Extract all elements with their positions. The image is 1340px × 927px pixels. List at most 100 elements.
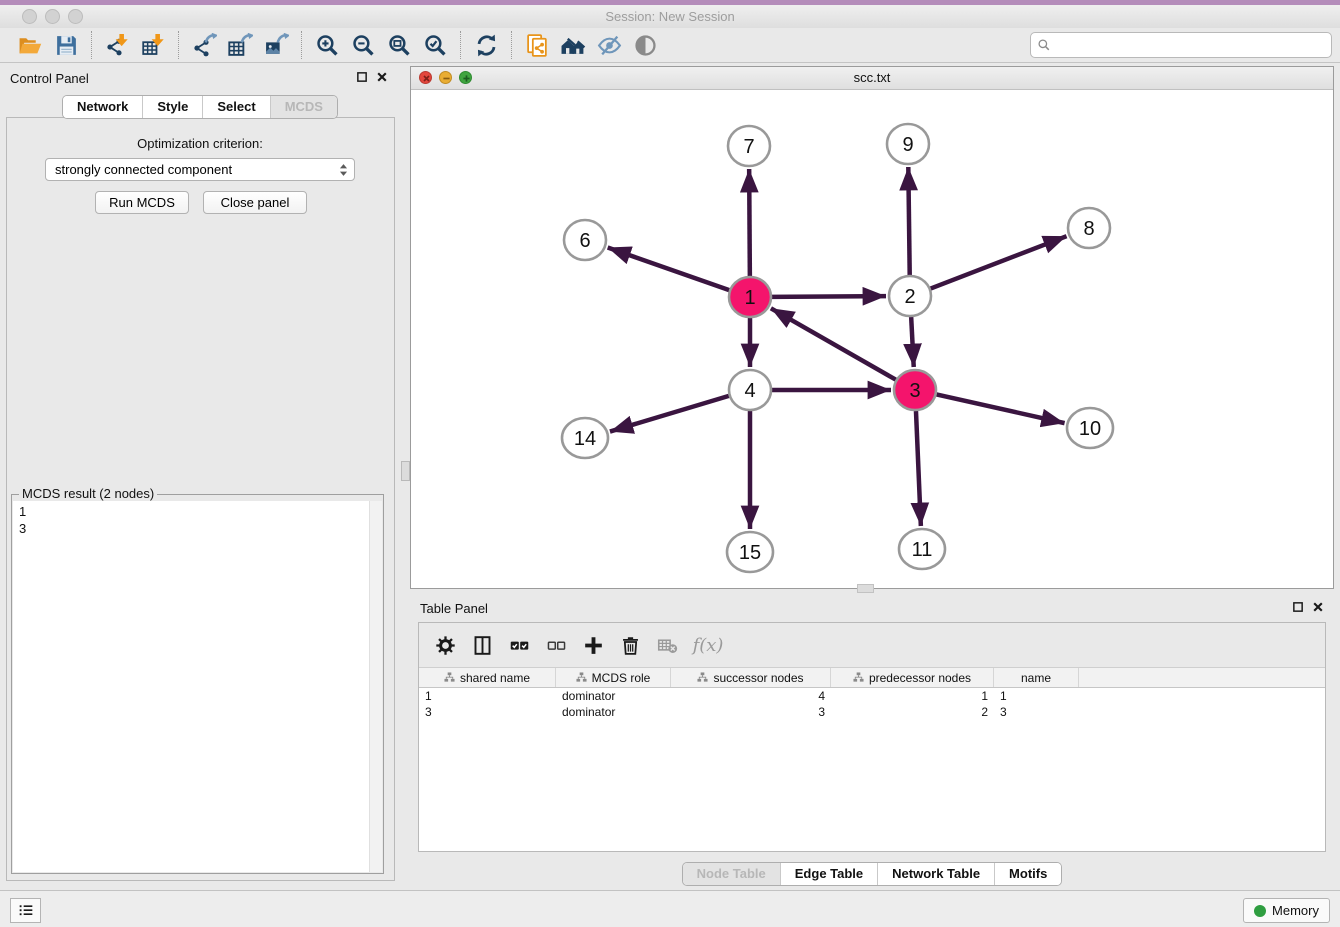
zoom-fit-button[interactable] <box>381 30 417 60</box>
tab-network-table[interactable]: Network Table <box>877 863 994 885</box>
show-details-button[interactable] <box>627 30 663 60</box>
tab-mcds[interactable]: MCDS <box>270 96 337 118</box>
tab-motifs[interactable]: Motifs <box>994 863 1061 885</box>
table-cell: 1 <box>831 689 994 703</box>
float-panel-icon[interactable] <box>356 71 368 83</box>
graph-node-3[interactable]: 3 <box>894 370 936 410</box>
network-view-window: scc.txt 7 9 6 8 1 2 4 3 14 10 15 11 <box>410 66 1334 589</box>
task-history-button[interactable] <box>10 898 41 923</box>
deselect-all-button[interactable] <box>540 629 572 661</box>
mcds-result-scrollbar[interactable] <box>369 501 382 872</box>
column-header-name[interactable]: name <box>994 668 1079 687</box>
graph-edge-2-3[interactable] <box>911 317 914 367</box>
export-table-button[interactable] <box>222 30 258 60</box>
memory-button[interactable]: Memory <box>1243 898 1330 923</box>
memory-label: Memory <box>1272 903 1319 918</box>
table-panel-title: Table Panel <box>420 601 488 616</box>
column-header-label: name <box>1021 671 1051 685</box>
import-table-button[interactable] <box>135 30 171 60</box>
zoom-selected-button[interactable] <box>417 30 453 60</box>
column-header-successor-nodes[interactable]: successor nodes <box>671 668 831 687</box>
toolbar-separator <box>91 31 92 59</box>
column-header-shared-name[interactable]: shared name <box>419 668 556 687</box>
tab-edge-table[interactable]: Edge Table <box>780 863 877 885</box>
graph-node-7[interactable]: 7 <box>728 126 770 166</box>
graph-node-10[interactable]: 10 <box>1067 408 1113 448</box>
export-image-button[interactable] <box>258 30 294 60</box>
close-panel-icon[interactable] <box>1312 601 1324 613</box>
zoom-out-button[interactable] <box>345 30 381 60</box>
vertical-splitter-grip[interactable] <box>401 461 410 481</box>
network-window-title: scc.txt <box>411 70 1333 85</box>
gear-button[interactable] <box>429 629 461 661</box>
graph-node-label: 15 <box>739 542 761 564</box>
add-icon <box>583 635 604 656</box>
graph-edge-1-2[interactable] <box>772 296 886 297</box>
add-button[interactable] <box>577 629 609 661</box>
graph-edge-4-14[interactable] <box>610 396 729 432</box>
home-button[interactable] <box>555 30 591 60</box>
optimization-criterion-select[interactable]: strongly connected component <box>45 158 355 181</box>
delete-table-button <box>651 629 683 661</box>
titlebar: Session: New Session <box>0 5 1340 29</box>
mcds-result-text[interactable]: 13 <box>13 501 370 872</box>
graph-node-6[interactable]: 6 <box>564 220 606 260</box>
graph-edge-1-6[interactable] <box>608 248 730 291</box>
network-window-titlebar[interactable]: scc.txt <box>411 67 1333 90</box>
graph-edge-1-7[interactable] <box>749 169 750 276</box>
open-folder-icon <box>18 33 43 58</box>
column-header-predecessor-nodes[interactable]: predecessor nodes <box>831 668 994 687</box>
tree-icon <box>444 672 455 683</box>
delete-table-icon <box>657 635 678 656</box>
column-header-label: shared name <box>460 671 530 685</box>
tab-network[interactable]: Network <box>63 96 142 118</box>
table-cell: dominator <box>556 705 671 719</box>
columns-button[interactable] <box>466 629 498 661</box>
copy-network-button[interactable] <box>519 30 555 60</box>
table-header-row: shared name MCDS rolesuccessor nodesprede… <box>419 668 1325 688</box>
horizontal-splitter-grip[interactable] <box>857 584 874 593</box>
select-all-button[interactable] <box>503 629 535 661</box>
hide-details-button[interactable] <box>591 30 627 60</box>
graph-node-11[interactable]: 11 <box>899 529 945 569</box>
refresh-button[interactable] <box>468 30 504 60</box>
float-panel-icon[interactable] <box>1292 601 1304 613</box>
table-row[interactable]: 3dominator323 <box>419 704 1325 720</box>
graph-node-8[interactable]: 8 <box>1068 208 1110 248</box>
mcds-result-title: MCDS result (2 nodes) <box>19 486 157 501</box>
close-panel-button[interactable]: Close panel <box>203 191 307 214</box>
zoom-in-button[interactable] <box>309 30 345 60</box>
gear-icon <box>435 635 456 656</box>
tab-node-table[interactable]: Node Table <box>683 863 780 885</box>
graph-edge-3-11[interactable] <box>916 411 921 526</box>
close-panel-icon[interactable] <box>376 71 388 83</box>
graph-node-2[interactable]: 2 <box>889 276 931 316</box>
save-button[interactable] <box>48 30 84 60</box>
search-input[interactable] <box>1055 37 1325 54</box>
table-row[interactable]: 1dominator411 <box>419 688 1325 704</box>
tab-select[interactable]: Select <box>202 96 269 118</box>
graph-node-1[interactable]: 1 <box>729 277 771 317</box>
graph-node-9[interactable]: 9 <box>887 124 929 164</box>
graph-edge-2-8[interactable] <box>931 236 1067 288</box>
toolbar-separator <box>301 31 302 59</box>
graph-node-label: 6 <box>579 230 590 252</box>
search-box[interactable] <box>1030 32 1332 58</box>
graph-node-14[interactable]: 14 <box>562 418 608 458</box>
run-mcds-button[interactable]: Run MCDS <box>95 191 189 214</box>
column-header-MCDS-role[interactable]: MCDS role <box>556 668 671 687</box>
delete-button[interactable] <box>614 629 646 661</box>
import-network-button[interactable] <box>99 30 135 60</box>
graph-node-15[interactable]: 15 <box>727 532 773 572</box>
hide-details-icon <box>597 33 622 58</box>
network-graph[interactable]: 7 9 6 8 1 2 4 3 14 10 15 11 <box>411 89 1333 589</box>
graph-node-4[interactable]: 4 <box>729 370 771 410</box>
graph-edge-2-9[interactable] <box>908 167 909 275</box>
tab-style[interactable]: Style <box>142 96 202 118</box>
table-cell: dominator <box>556 689 671 703</box>
table-toolbar: f(x) <box>419 623 1325 668</box>
graph-edge-3-10[interactable] <box>936 394 1064 423</box>
graph-edge-3-1[interactable] <box>771 308 896 379</box>
export-network-button[interactable] <box>186 30 222 60</box>
open-folder-button[interactable] <box>12 30 48 60</box>
